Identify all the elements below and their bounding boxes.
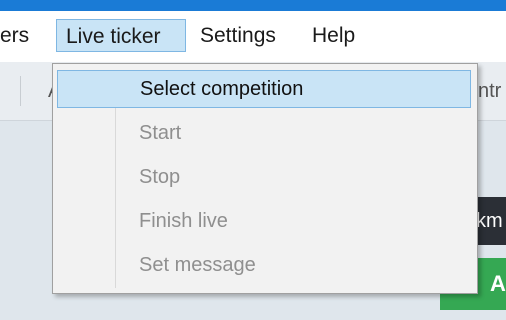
menu-item-set-message[interactable]: Set message [57,246,471,284]
menu-item-start[interactable]: Start [57,114,471,152]
menu-live-ticker[interactable]: Live ticker [56,19,186,52]
toolbar-label-right: ntr [478,80,502,102]
menu-item-finish-live[interactable]: Finish live [57,202,471,240]
window-title-accent [0,0,506,11]
menu-item-stop[interactable]: Stop [57,158,471,196]
dark-label-chip: km [474,197,506,245]
live-ticker-dropdown: Select competition Start Stop Finish liv… [52,63,478,294]
toolbar-separator [20,76,21,106]
menu-item-select-competition[interactable]: Select competition [57,70,471,108]
menu-users[interactable]: ers [0,19,48,52]
menu-bar: ers Live ticker Settings Help [0,11,506,62]
menu-help[interactable]: Help [308,19,368,52]
menu-settings[interactable]: Settings [196,19,296,52]
